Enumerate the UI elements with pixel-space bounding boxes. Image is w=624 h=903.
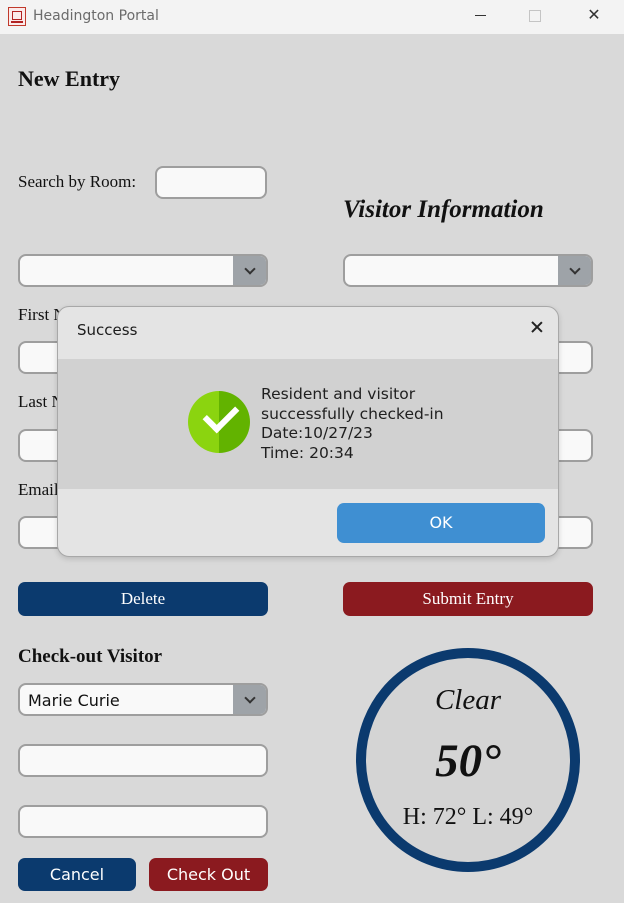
chevron-down-icon[interactable] (233, 256, 266, 285)
close-icon[interactable] (529, 319, 545, 335)
window-title: Headington Portal (33, 8, 159, 24)
visitor-information-heading: Visitor Information (343, 196, 544, 223)
maximize-button[interactable] (507, 0, 563, 34)
close-window-button[interactable]: ✕ (566, 0, 622, 34)
dialog-message: Resident and visitor successfully checke… (261, 385, 444, 463)
success-dialog: Success Resident and visitor successfull… (57, 306, 559, 557)
delete-button[interactable]: Delete (18, 582, 268, 616)
app-logo-icon (8, 7, 26, 26)
message-line: successfully checked-in (261, 404, 444, 423)
dialog-title: Success (77, 321, 138, 339)
room-search-input[interactable] (155, 166, 267, 199)
message-date: Date:10/27/23 (261, 424, 373, 442)
search-by-room-label: Search by Room: (18, 172, 137, 191)
checkmark-circle-icon (188, 391, 250, 453)
submit-entry-button[interactable]: Submit Entry (343, 582, 593, 616)
chevron-down-icon[interactable] (558, 256, 591, 285)
resident-select[interactable] (18, 254, 268, 287)
weather-temperature: 50° (435, 735, 501, 787)
checkout-field-1[interactable] (18, 744, 268, 777)
ok-button[interactable]: OK (337, 503, 545, 543)
weather-condition: Clear (434, 684, 502, 716)
maximize-icon (529, 9, 541, 22)
title-bar: Headington Portal ✕ (0, 0, 624, 34)
visitor-select[interactable] (343, 254, 593, 287)
minimize-button[interactable] (452, 0, 508, 34)
close-icon: ✕ (587, 7, 601, 24)
checkout-visitor-heading: Check-out Visitor (18, 646, 163, 667)
new-entry-heading: New Entry (18, 66, 121, 91)
dialog-body: Resident and visitor successfully checke… (58, 359, 558, 489)
weather-widget: Clear 50° H: 72° L: 49° (356, 648, 580, 872)
message-time: Time: 20:34 (261, 443, 354, 462)
check-out-button[interactable]: Check Out (149, 858, 268, 891)
cancel-button[interactable]: Cancel (18, 858, 136, 891)
weather-high-low: H: 72° L: 49° (402, 804, 534, 830)
chevron-down-icon[interactable] (233, 685, 266, 714)
minimize-icon (474, 15, 486, 17)
selected-visitor-value: Marie Curie (28, 691, 120, 710)
message-line: Resident and visitor (261, 385, 416, 403)
checkout-field-2[interactable] (18, 805, 268, 838)
checkout-visitor-select[interactable]: Marie Curie (18, 683, 268, 716)
email-label: Email (18, 480, 59, 499)
